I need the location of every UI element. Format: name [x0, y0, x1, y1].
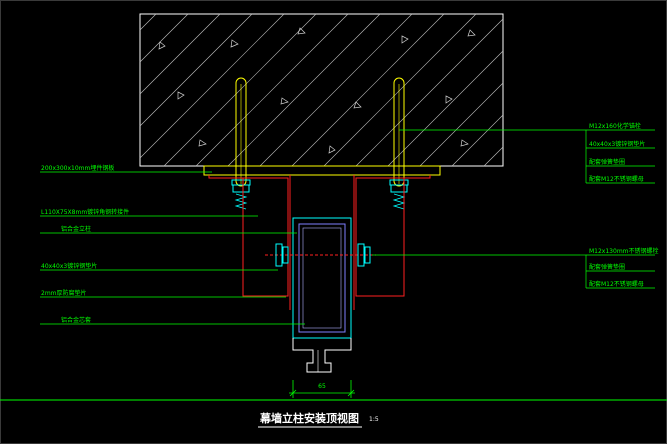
through-bolt: [265, 243, 376, 267]
concrete-slab: [139, 13, 504, 167]
curtain-wall-drawing: 65 200x300x10mm埋件钢板 L110X75X8mm镀锌角钢转接件 铝…: [0, 0, 667, 444]
embed-plate: [203, 165, 441, 176]
drawing-frame: [0, 0, 667, 444]
drawing-scale: 1:5: [369, 416, 379, 423]
label-anticorrosion-gasket: 2mm厚防腐垫片: [41, 289, 87, 297]
label-bolt-spring-washer: 配套弹簧垫圈: [589, 263, 625, 271]
leader-lines: [40, 129, 655, 325]
drawing-title: 幕墙立柱安装顶视图: [259, 411, 359, 425]
label-anchor-washer: 40x40x3镀锌钢垫片: [589, 140, 645, 148]
label-chemical-anchor: M12x160化学锚栓: [589, 122, 641, 130]
label-aluminum-sleeve: 铝合金芯套: [61, 316, 91, 324]
label-anchor-spring-washer: 配套弹簧垫圈: [589, 158, 625, 166]
label-embed-plate: 200x300x10mm埋件钢板: [41, 164, 114, 172]
label-angle-bracket: L110X75X8mm镀锌角钢转接件: [41, 208, 129, 216]
aluminum-column: [292, 217, 352, 373]
angle-bracket-left: [208, 175, 291, 310]
dimension-value: 65: [318, 383, 326, 390]
label-aluminum-column: 铝合金立柱: [61, 225, 91, 233]
anchor-bolt-left: [231, 77, 251, 210]
label-bolt-nut: 配套M12不锈钢螺母: [589, 280, 644, 288]
angle-bracket-right: [353, 175, 431, 310]
label-steel-washer: 40x40x3镀锌钢垫片: [41, 262, 97, 270]
label-through-bolt: M12x130mm不锈钢螺栓: [589, 247, 659, 255]
label-anchor-nut: 配套M12不锈钢螺母: [589, 175, 644, 183]
